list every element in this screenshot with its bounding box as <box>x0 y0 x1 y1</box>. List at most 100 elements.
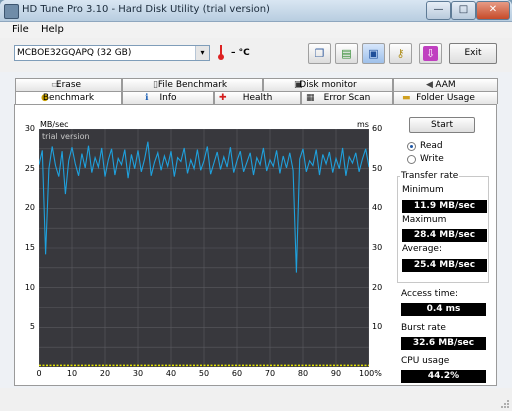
y-tick-label-left: 5 <box>29 322 35 332</box>
tab-error-scan-label: Error Scan <box>323 93 371 103</box>
y-tick-label-left: 30 <box>24 124 35 133</box>
burst-rate-value: 32.6 MB/sec <box>401 337 486 350</box>
y-tick-label-right: 40 <box>372 203 383 213</box>
save-button[interactable]: ▣ <box>362 43 385 64</box>
y-tick-label-left: 25 <box>24 163 35 173</box>
menu-help[interactable]: Help <box>41 24 64 35</box>
x-tick-label: 20 <box>99 369 111 378</box>
tab-benchmark-label: Benchmark <box>42 93 95 103</box>
radio-write-dot <box>407 155 416 164</box>
exit-button[interactable]: Exit <box>449 43 497 64</box>
x-tick-label: 10 <box>66 369 78 378</box>
maximize-button[interactable]: □ <box>451 1 476 20</box>
start-button[interactable]: Start <box>409 117 475 133</box>
cpu-usage-label: CPU usage <box>401 356 450 366</box>
tab-benchmark[interactable]: ● Benchmark <box>15 91 122 105</box>
x-tick-label: 60 <box>231 369 243 378</box>
tab-info-label: Info <box>159 93 177 103</box>
access-time-label: Access time: <box>401 289 459 299</box>
app-window: HD Tune Pro 3.10 - Hard Disk Utility (tr… <box>0 0 512 411</box>
benchmark-controls: Start Read Write Transfer rate Minimum 1… <box>395 115 491 383</box>
tabs-top-row: ▭ Erase ▯ File Benchmark ▣ Disk monitor … <box>15 78 498 91</box>
minimize-button[interactable]: — <box>426 1 451 20</box>
minimize-icon: — <box>433 4 444 15</box>
x-tick-label: 50 <box>198 369 210 378</box>
benchmark-panel: MB/sec ms 30 25 20 15 10 5 60 50 40 30 20 10 0 10 20… <box>14 104 497 386</box>
radio-read[interactable]: Read <box>407 141 487 153</box>
options-button[interactable]: ⚷ <box>389 43 412 64</box>
copy-button[interactable]: ❐ <box>308 43 331 64</box>
y-tick-label-right: 10 <box>372 322 383 332</box>
resize-grip-icon[interactable] <box>500 399 510 409</box>
y-tick-label-right: 30 <box>372 243 383 252</box>
access-time-value: 0.4 ms <box>401 303 486 316</box>
window-title: HD Tune Pro 3.10 - Hard Disk Utility (tr… <box>22 4 270 15</box>
maximize-icon: □ <box>458 4 469 15</box>
toolbar: MCBOE32GQAPQ (32 GB) ▾ – °C ❐ ▤ ▣ ⚷ ⇩ Ex… <box>0 38 512 72</box>
tab-folder-usage-label: Folder Usage <box>416 93 475 103</box>
cpu-usage-value: 44.2% <box>401 370 486 383</box>
tab-info[interactable]: ℹ Info <box>122 91 214 104</box>
app-icon <box>4 4 19 19</box>
tab-disk-monitor-label: Disk monitor <box>299 80 357 90</box>
tab-health-label: Health <box>242 93 273 103</box>
y-tick-label-left: 20 <box>24 203 35 213</box>
x-tick-label: 80 <box>297 369 309 378</box>
x-tick-label: 40 <box>165 369 177 378</box>
chevron-down-icon[interactable]: ▾ <box>195 46 209 60</box>
radio-write-label: Write <box>420 154 444 164</box>
y-axis-left-label: MB/sec <box>40 120 69 129</box>
clipboard-icon: ▤ <box>341 47 352 60</box>
key-icon: ⚷ <box>396 47 405 60</box>
tab-disk-monitor[interactable]: ▣ Disk monitor <box>263 78 393 91</box>
burst-rate-label: Burst rate <box>401 323 446 333</box>
tab-error-scan[interactable]: ▦ Error Scan <box>301 91 393 104</box>
radio-read-dot <box>407 142 416 151</box>
x-tick-label: 0 <box>36 369 42 378</box>
status-bar <box>0 388 512 411</box>
menu-bar: File Help <box>0 22 512 38</box>
temperature-readout: – °C <box>231 48 250 58</box>
drive-select[interactable]: MCBOE32GQAPQ (32 GB) ▾ <box>14 45 210 61</box>
tab-file-benchmark-label: File Benchmark <box>157 80 228 90</box>
y-tick-label-right: 20 <box>372 282 383 292</box>
benchmark-chart-svg <box>38 128 370 368</box>
minimum-label: Minimum <box>402 185 444 195</box>
tab-aam-label: AAM <box>435 80 456 90</box>
y-axis-right-label: ms <box>357 120 369 129</box>
radio-write[interactable]: Write <box>407 154 487 166</box>
drive-select-value: MCBOE32GQAPQ (32 GB) <box>17 48 132 58</box>
average-label: Average: <box>402 244 442 254</box>
radio-read-label: Read <box>420 141 443 151</box>
minimum-value: 11.9 MB/sec <box>402 200 487 213</box>
download-icon: ⇩ <box>423 46 438 61</box>
average-value: 25.4 MB/sec <box>402 259 487 272</box>
tab-file-benchmark[interactable]: ▯ File Benchmark <box>122 78 263 91</box>
save-icon: ▣ <box>368 47 379 60</box>
tab-erase[interactable]: ▭ Erase <box>15 78 122 91</box>
title-bar[interactable]: HD Tune Pro 3.10 - Hard Disk Utility (tr… <box>0 0 512 22</box>
menu-file[interactable]: File <box>12 24 29 35</box>
chart-watermark: trial version <box>42 132 90 141</box>
y-tick-label-right: 50 <box>372 163 383 173</box>
benchmark-chart: trial version <box>38 128 370 368</box>
download-button[interactable]: ⇩ <box>419 43 442 64</box>
tab-erase-label: Erase <box>55 80 82 90</box>
tab-health[interactable]: ✚ Health <box>214 91 301 104</box>
close-button[interactable]: ✕ <box>476 1 510 20</box>
close-icon: ✕ <box>488 4 498 15</box>
tab-aam[interactable]: ◀ AAM <box>393 78 498 91</box>
x-tick-label: 30 <box>132 369 144 378</box>
maximum-value: 28.4 MB/sec <box>402 229 487 242</box>
transfer-rate-group: Transfer rate Minimum 11.9 MB/sec Maximu… <box>397 171 489 283</box>
tab-folder-usage[interactable]: ▬ Folder Usage <box>393 91 498 104</box>
thermometer-icon <box>218 45 224 60</box>
x-tick-label: 70 <box>264 369 276 378</box>
tabs-bottom-row: ● Benchmark ℹ Info ✚ Health ▦ Error Scan… <box>15 91 498 105</box>
copy-screenshot-button[interactable]: ▤ <box>335 43 358 64</box>
x-tick-label: 90 <box>330 369 342 378</box>
transfer-rate-title: Transfer rate <box>400 171 460 181</box>
y-tick-label-left: 15 <box>24 243 35 252</box>
x-tick-label: 100% <box>359 369 382 378</box>
y-tick-label-right: 60 <box>372 124 383 133</box>
